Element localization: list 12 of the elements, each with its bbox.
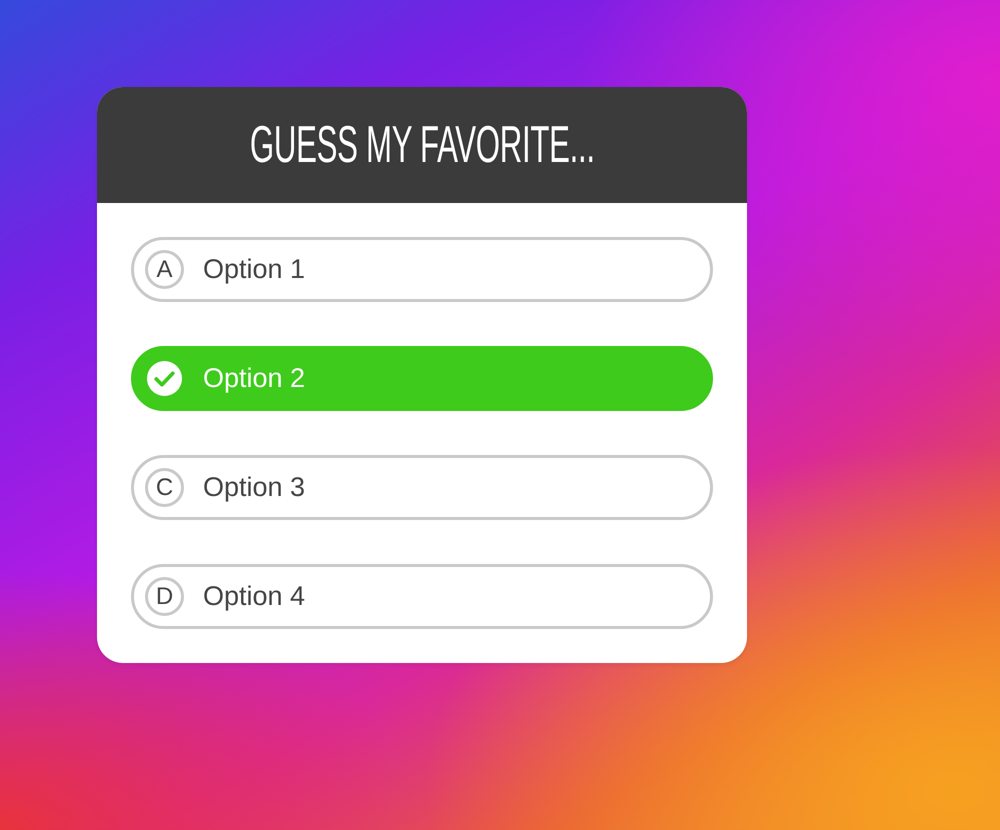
- answer-option[interactable]: C Option 3: [131, 455, 713, 520]
- option-letter: D: [145, 577, 184, 616]
- answer-option[interactable]: A Option 1: [131, 237, 713, 302]
- option-letter: C: [145, 468, 184, 507]
- option-label: Option 2: [203, 365, 306, 392]
- option-label: Option 3: [203, 474, 306, 501]
- answer-option[interactable]: D Option 4: [131, 564, 713, 629]
- quiz-title: GUESS MY FAVORITE...: [250, 119, 594, 171]
- check-icon: [147, 361, 182, 396]
- option-label: Option 4: [203, 583, 306, 610]
- option-label: Option 1: [203, 256, 306, 283]
- option-letter: A: [145, 250, 184, 289]
